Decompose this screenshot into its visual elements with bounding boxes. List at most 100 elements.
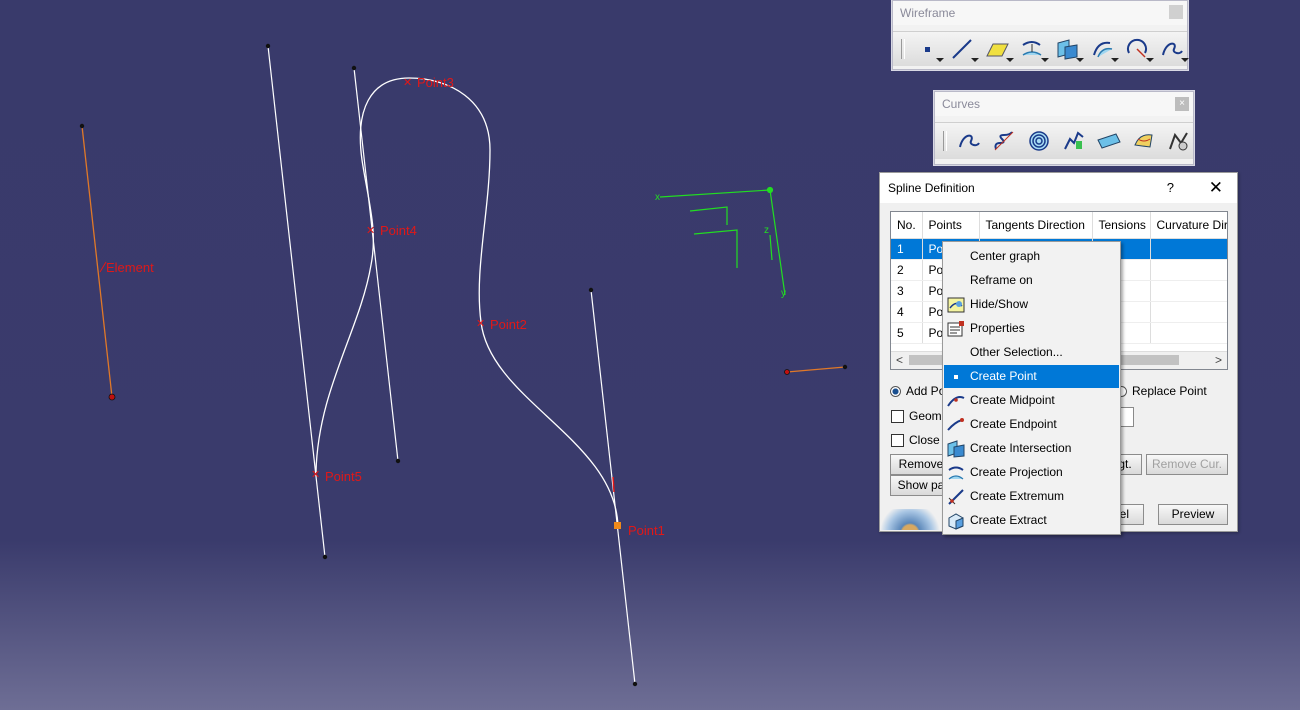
remove-curvature-button[interactable]: Remove Cur. — [1146, 454, 1228, 475]
svg-text:✕: ✕ — [311, 468, 320, 481]
menu-item-create-extract[interactable]: Create Extract — [944, 509, 1119, 532]
menu-item-center-graph[interactable]: Center graph — [944, 245, 1119, 268]
menu-item-hide-show[interactable]: Hide/Show — [944, 293, 1119, 316]
curves-toolbar-close-button[interactable]: × — [1175, 97, 1189, 111]
replace-point-option[interactable]: Replace Point — [1116, 384, 1207, 398]
preview-button[interactable]: Preview — [1158, 504, 1228, 525]
menu-item-reframe-on[interactable]: Reframe on — [944, 269, 1119, 292]
intersection-icon — [947, 440, 965, 458]
label-point2: Point2 — [490, 317, 527, 332]
scroll-left-icon[interactable]: < — [896, 353, 903, 367]
endpoint-icon — [947, 416, 965, 434]
add-point-option[interactable]: Add Po — [890, 384, 945, 398]
plane-icon[interactable] — [984, 36, 1014, 62]
table-header: No. Points Tangents Direction Tensions C… — [891, 212, 1227, 239]
menu-item-label: Reframe on — [970, 273, 1033, 287]
toolbar-grip[interactable] — [943, 131, 947, 151]
intersection-icon[interactable] — [1054, 36, 1084, 62]
point-icon[interactable] — [914, 36, 944, 62]
menu-item-label: Create Midpoint — [970, 393, 1055, 407]
menu-item-label: Create Projection — [970, 465, 1063, 479]
label-point1: Point1 — [628, 523, 665, 538]
menu-item-label: Properties — [970, 321, 1025, 335]
spline-icon[interactable] — [1159, 36, 1189, 62]
context-menu[interactable]: Center graph Reframe on Hide/Show Proper… — [942, 241, 1121, 535]
point-marker-point2[interactable]: ✕ — [476, 317, 485, 330]
spline-curve[interactable] — [315, 77, 619, 528]
menu-item-label: Create Endpoint — [970, 417, 1057, 431]
row-no: 3 — [891, 280, 923, 302]
isoparametric-icon[interactable] — [1131, 128, 1157, 154]
toolbar-grip[interactable] — [901, 39, 905, 59]
curve-smooth-icon[interactable] — [1166, 128, 1192, 154]
projection-icon — [947, 464, 965, 482]
column-header-no[interactable]: No. — [891, 212, 923, 239]
close-icon[interactable]: ✕ — [1209, 173, 1223, 203]
help-button[interactable]: ? — [1167, 173, 1174, 203]
element-endpoint — [108, 393, 116, 401]
menu-item-properties[interactable]: Properties — [944, 317, 1119, 340]
menu-item-create-endpoint[interactable]: Create Endpoint — [944, 413, 1119, 436]
circle-icon[interactable] — [1124, 36, 1154, 62]
projection-icon[interactable] — [1019, 36, 1049, 62]
dialog-title-bar[interactable]: Spline Definition ? ✕ — [880, 173, 1237, 203]
line-icon[interactable] — [949, 36, 979, 62]
spline-icon[interactable] — [956, 128, 982, 154]
row-no: 2 — [891, 259, 923, 281]
point-marker-point3[interactable]: ✕ — [403, 76, 412, 89]
menu-item-create-midpoint[interactable]: Create Midpoint — [944, 389, 1119, 412]
label-point3: Point3 — [417, 75, 454, 90]
properties-icon — [947, 320, 965, 338]
menu-item-create-extremum[interactable]: Create Extremum — [944, 485, 1119, 508]
point-marker-point4[interactable]: ✕ — [366, 224, 375, 237]
close-spline-checkbox[interactable] — [891, 433, 904, 447]
point-marker-point1[interactable] — [614, 522, 621, 529]
dialog-title: Spline Definition — [888, 181, 975, 195]
helix-icon[interactable] — [991, 128, 1017, 154]
short-orange-line[interactable] — [786, 366, 846, 373]
spine-icon[interactable] — [1061, 128, 1087, 154]
column-header-curvature-dir[interactable]: Curvature Dir — [1150, 212, 1227, 239]
polyline-icon[interactable] — [1096, 128, 1122, 154]
hide-show-icon — [947, 296, 965, 314]
midpoint-icon — [947, 392, 965, 410]
curves-toolbar-title: Curves — [935, 92, 1193, 116]
offset-icon[interactable] — [1089, 36, 1119, 62]
point-icon — [947, 368, 965, 386]
column-header-tensions[interactable]: Tensions — [1092, 212, 1151, 239]
point-marker-point5[interactable]: ✕ — [311, 468, 320, 481]
menu-item-label: Hide/Show — [970, 297, 1029, 311]
wireframe-toolbar[interactable]: Wireframe — [892, 0, 1189, 70]
axis-x-label: x — [655, 192, 660, 203]
scroll-right-icon[interactable]: > — [1215, 353, 1222, 367]
geometry-checkbox[interactable] — [891, 409, 904, 423]
curves-toolbar-buttons — [935, 122, 1193, 159]
menu-item-label: Create Point — [970, 369, 1037, 383]
menu-item-label: Create Extremum — [970, 489, 1065, 503]
extract-icon — [947, 512, 965, 530]
menu-item-create-intersection[interactable]: Create Intersection — [944, 437, 1119, 460]
column-header-tangents-direction[interactable]: Tangents Direction — [979, 212, 1093, 239]
menu-item-create-point[interactable]: Create Point — [944, 365, 1119, 388]
menu-item-create-projection[interactable]: Create Projection — [944, 461, 1119, 484]
geometry-option[interactable]: Geome — [891, 409, 948, 423]
svg-text:✕: ✕ — [476, 317, 485, 330]
point1-tangent-mark — [612, 476, 615, 493]
axis-compass[interactable] — [659, 186, 786, 296]
wireframe-toolbar-close[interactable] — [1169, 5, 1183, 19]
menu-item-label: Other Selection... — [970, 345, 1063, 359]
row-no: 1 — [891, 238, 923, 260]
column-header-points[interactable]: Points — [922, 212, 980, 239]
menu-item-label: Create Intersection — [970, 441, 1072, 455]
svg-text:✕: ✕ — [366, 224, 375, 237]
label-element: Element — [106, 260, 154, 275]
row-no: 5 — [891, 322, 923, 344]
label-point5: Point5 — [325, 469, 362, 484]
curves-toolbar[interactable]: Curves × — [934, 91, 1194, 165]
catia-logo — [880, 509, 940, 530]
add-point-radio[interactable] — [890, 385, 901, 397]
spiral-icon[interactable] — [1026, 128, 1052, 154]
axis-z-label: z — [764, 225, 769, 236]
menu-item-label: Center graph — [970, 249, 1041, 263]
menu-item-other-selection[interactable]: Other Selection... — [944, 341, 1119, 364]
